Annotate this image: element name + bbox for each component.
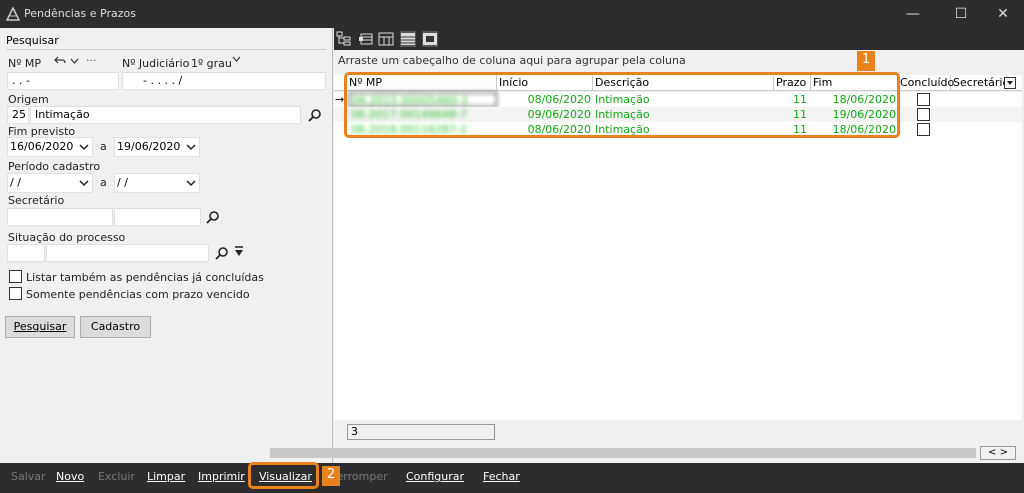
tree-view-icon[interactable] <box>336 31 352 47</box>
secretario-input[interactable] <box>114 208 201 226</box>
undo-icon[interactable] <box>54 56 66 66</box>
preview-icon[interactable] <box>422 31 438 47</box>
grid-toolbar <box>334 28 1024 50</box>
scrollbar-track[interactable] <box>270 448 976 458</box>
divider <box>6 49 326 50</box>
checkbox-concluidas-label: Listar também as pendências já concluída… <box>26 271 264 284</box>
concluido-checkbox[interactable] <box>917 93 930 106</box>
periodo-from-date[interactable]: / / <box>7 173 93 193</box>
origem-input[interactable]: Intimação <box>30 106 301 124</box>
current-row-arrow-icon: → <box>335 93 345 106</box>
checkbox-vencido-label: Somente pendências com prazo vencido <box>26 288 250 301</box>
origem-code-input[interactable]: 25 <box>7 106 29 124</box>
excluir-button[interactable]: Excluir <box>98 470 135 483</box>
secretario-code-input[interactable] <box>7 208 113 226</box>
minimize-button[interactable]: — <box>890 0 936 28</box>
cadastro-button[interactable]: Cadastro <box>80 316 151 338</box>
limpar-button[interactable]: Limpar <box>147 470 185 483</box>
column-chooser-dropdown-icon[interactable] <box>1004 77 1016 89</box>
dropdown-icon[interactable] <box>79 143 89 151</box>
fim-from-value: 16/06/2020 <box>10 140 74 153</box>
checkbox-vencido[interactable] <box>9 287 22 300</box>
grid-body: → 06.2015.00005460-3 08/06/2020 Intimaçã… <box>334 92 1022 420</box>
title-bar: Pendências e Prazos — ☐ ✕ <box>0 0 1024 28</box>
record-count: 3 <box>347 424 495 440</box>
range-a-label: a <box>100 140 107 153</box>
column-header-concluido[interactable]: Concluído <box>898 75 954 91</box>
callout-highlight-grid <box>344 72 900 138</box>
nmp-input[interactable]: . . - <box>7 72 119 90</box>
pesquisar-button[interactable]: Pesquisar <box>5 316 75 338</box>
concluido-checkbox[interactable] <box>917 108 930 121</box>
periodo-from-value: / / <box>10 176 21 189</box>
periodo-to-value: / / <box>117 176 128 189</box>
search-icon[interactable] <box>308 108 322 122</box>
periodo-to-date[interactable]: / / <box>114 173 200 193</box>
nmp-label: Nº MP <box>8 57 42 70</box>
chevron-down-icon[interactable] <box>70 57 79 65</box>
situacao-code-input[interactable] <box>7 244 45 262</box>
column-header-secretario[interactable]: Secretário <box>951 75 1009 91</box>
app-logo-icon <box>6 7 20 21</box>
fechar-button[interactable]: Fechar <box>483 470 520 483</box>
callout-badge-1: 1 <box>857 51 875 71</box>
horizontal-scrollbar[interactable]: < > <box>270 446 1020 460</box>
search-panel-title: Pesquisar <box>6 34 59 47</box>
configurar-button[interactable]: Configurar <box>406 470 464 483</box>
grau-label: 1º grau <box>191 57 232 70</box>
grau-chevron-down-icon[interactable] <box>232 55 241 63</box>
salvar-button[interactable]: Salvar <box>11 470 46 483</box>
collapse-icon[interactable] <box>358 31 374 47</box>
concluido-checkbox[interactable] <box>917 123 930 136</box>
group-by-hint: Arraste um cabeçalho de coluna aqui para… <box>338 54 686 67</box>
columns-icon[interactable] <box>378 31 394 47</box>
checkbox-concluidas[interactable] <box>9 270 22 283</box>
scroll-arrows[interactable]: < > <box>980 446 1016 460</box>
search-panel: Pesquisar Nº MP ··· . . - Nº Judiciário … <box>0 28 333 463</box>
callout-badge-2: 2 <box>322 466 340 486</box>
njud-label: Nº Judiciário <box>122 57 190 70</box>
window-title: Pendências e Prazos <box>24 7 136 20</box>
novo-button[interactable]: Novo <box>56 470 84 483</box>
origem-label: Origem <box>8 93 49 106</box>
range-a-label: a <box>100 176 107 189</box>
maximize-button[interactable]: ☐ <box>938 0 984 28</box>
secretario-label: Secretário <box>8 194 65 207</box>
search-icon[interactable] <box>215 246 229 260</box>
fim-from-date[interactable]: 16/06/2020 <box>7 137 93 157</box>
dropdown-icon[interactable] <box>186 179 196 187</box>
fim-to-value: 19/06/2020 <box>117 140 181 153</box>
callout-highlight-visualizar <box>248 462 319 489</box>
dropdown-icon[interactable] <box>186 143 196 151</box>
periodo-label: Período cadastro <box>8 160 101 173</box>
dropdown-icon[interactable] <box>79 179 89 187</box>
close-button[interactable]: ✕ <box>980 0 1024 28</box>
search-icon[interactable] <box>206 210 220 224</box>
situacao-input[interactable] <box>46 244 209 262</box>
fim-to-date[interactable]: 19/06/2020 <box>114 137 200 157</box>
rows-icon[interactable] <box>400 31 416 47</box>
situacao-label: Situação do processo <box>8 231 126 244</box>
filter-clear-icon[interactable] <box>234 246 244 258</box>
imprimir-button[interactable]: Imprimir <box>198 470 245 483</box>
more-icon[interactable]: ··· <box>86 54 97 67</box>
njud-input[interactable]: - . . . . / <box>122 72 326 90</box>
action-bar: Salvar Novo Excluir Limpar Imprimir Visu… <box>0 463 1024 493</box>
